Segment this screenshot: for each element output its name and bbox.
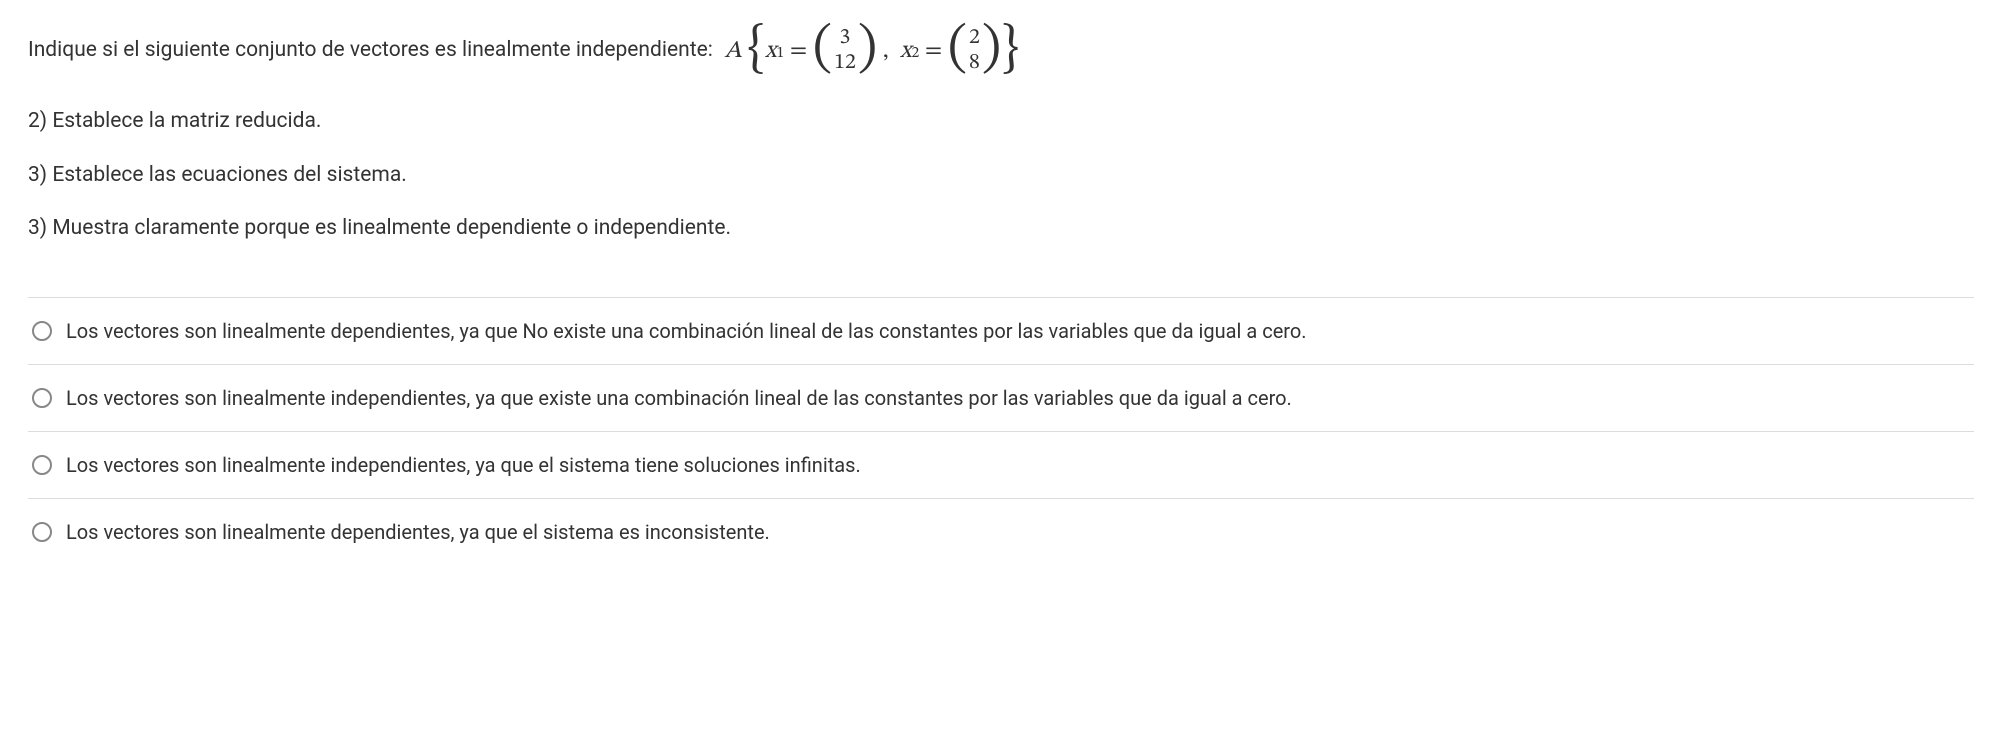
question-stem: Indique si el siguiente conjunto de vect… bbox=[28, 24, 1974, 78]
right-brace-icon: } bbox=[1001, 22, 1019, 76]
vector2-top: 2 bbox=[969, 26, 980, 51]
subquestion-2: 2) Establece la matriz reducida. bbox=[28, 106, 1974, 138]
right-paren-icon: ) bbox=[982, 22, 1001, 76]
left-brace-icon: { bbox=[747, 22, 765, 76]
vector1-variable: x bbox=[765, 33, 777, 69]
vector1-column: 3 12 bbox=[832, 26, 858, 77]
radio-icon[interactable] bbox=[32, 522, 52, 542]
vector1-top: 3 bbox=[840, 26, 851, 51]
vector2-subscript: 2 bbox=[911, 42, 919, 65]
option-label: Los vectores son linealmente independien… bbox=[66, 383, 1292, 413]
option-2[interactable]: Los vectores son linealmente independien… bbox=[28, 365, 1974, 432]
option-1[interactable]: Los vectores son linealmente dependiente… bbox=[28, 298, 1974, 365]
equals-sign: = bbox=[784, 33, 813, 69]
right-paren-icon: ) bbox=[858, 22, 877, 76]
math-expression: A { x1 = ( 3 12 ) , x2 = ( 2 8 ) } bbox=[719, 24, 1019, 78]
left-paren-icon: ( bbox=[948, 22, 967, 76]
vector2-variable: x bbox=[900, 33, 912, 69]
left-paren-icon: ( bbox=[813, 22, 832, 76]
subquestion-3b: 3) Muestra claramente porque es linealme… bbox=[28, 213, 1974, 245]
option-3[interactable]: Los vectores son linealmente independien… bbox=[28, 432, 1974, 499]
radio-icon[interactable] bbox=[32, 321, 52, 341]
vector1-subscript: 1 bbox=[777, 42, 785, 65]
vector2-column: 2 8 bbox=[967, 26, 982, 77]
comma-separator: , bbox=[877, 33, 900, 69]
radio-icon[interactable] bbox=[32, 455, 52, 475]
vector2-bot: 8 bbox=[969, 51, 980, 76]
option-4[interactable]: Los vectores son linealmente dependiente… bbox=[28, 499, 1974, 565]
radio-icon[interactable] bbox=[32, 388, 52, 408]
subquestion-3a: 3) Establece las ecuaciones del sistema. bbox=[28, 160, 1974, 192]
answer-options: Los vectores son linealmente dependiente… bbox=[28, 297, 1974, 565]
equals-sign: = bbox=[919, 33, 948, 69]
option-label: Los vectores son linealmente independien… bbox=[66, 450, 861, 480]
option-label: Los vectores son linealmente dependiente… bbox=[66, 316, 1307, 346]
vector1-bot: 12 bbox=[834, 51, 856, 76]
question-lead-text: Indique si el siguiente conjunto de vect… bbox=[28, 35, 713, 67]
option-label: Los vectores son linealmente dependiente… bbox=[66, 517, 770, 547]
set-label: A bbox=[724, 33, 741, 69]
